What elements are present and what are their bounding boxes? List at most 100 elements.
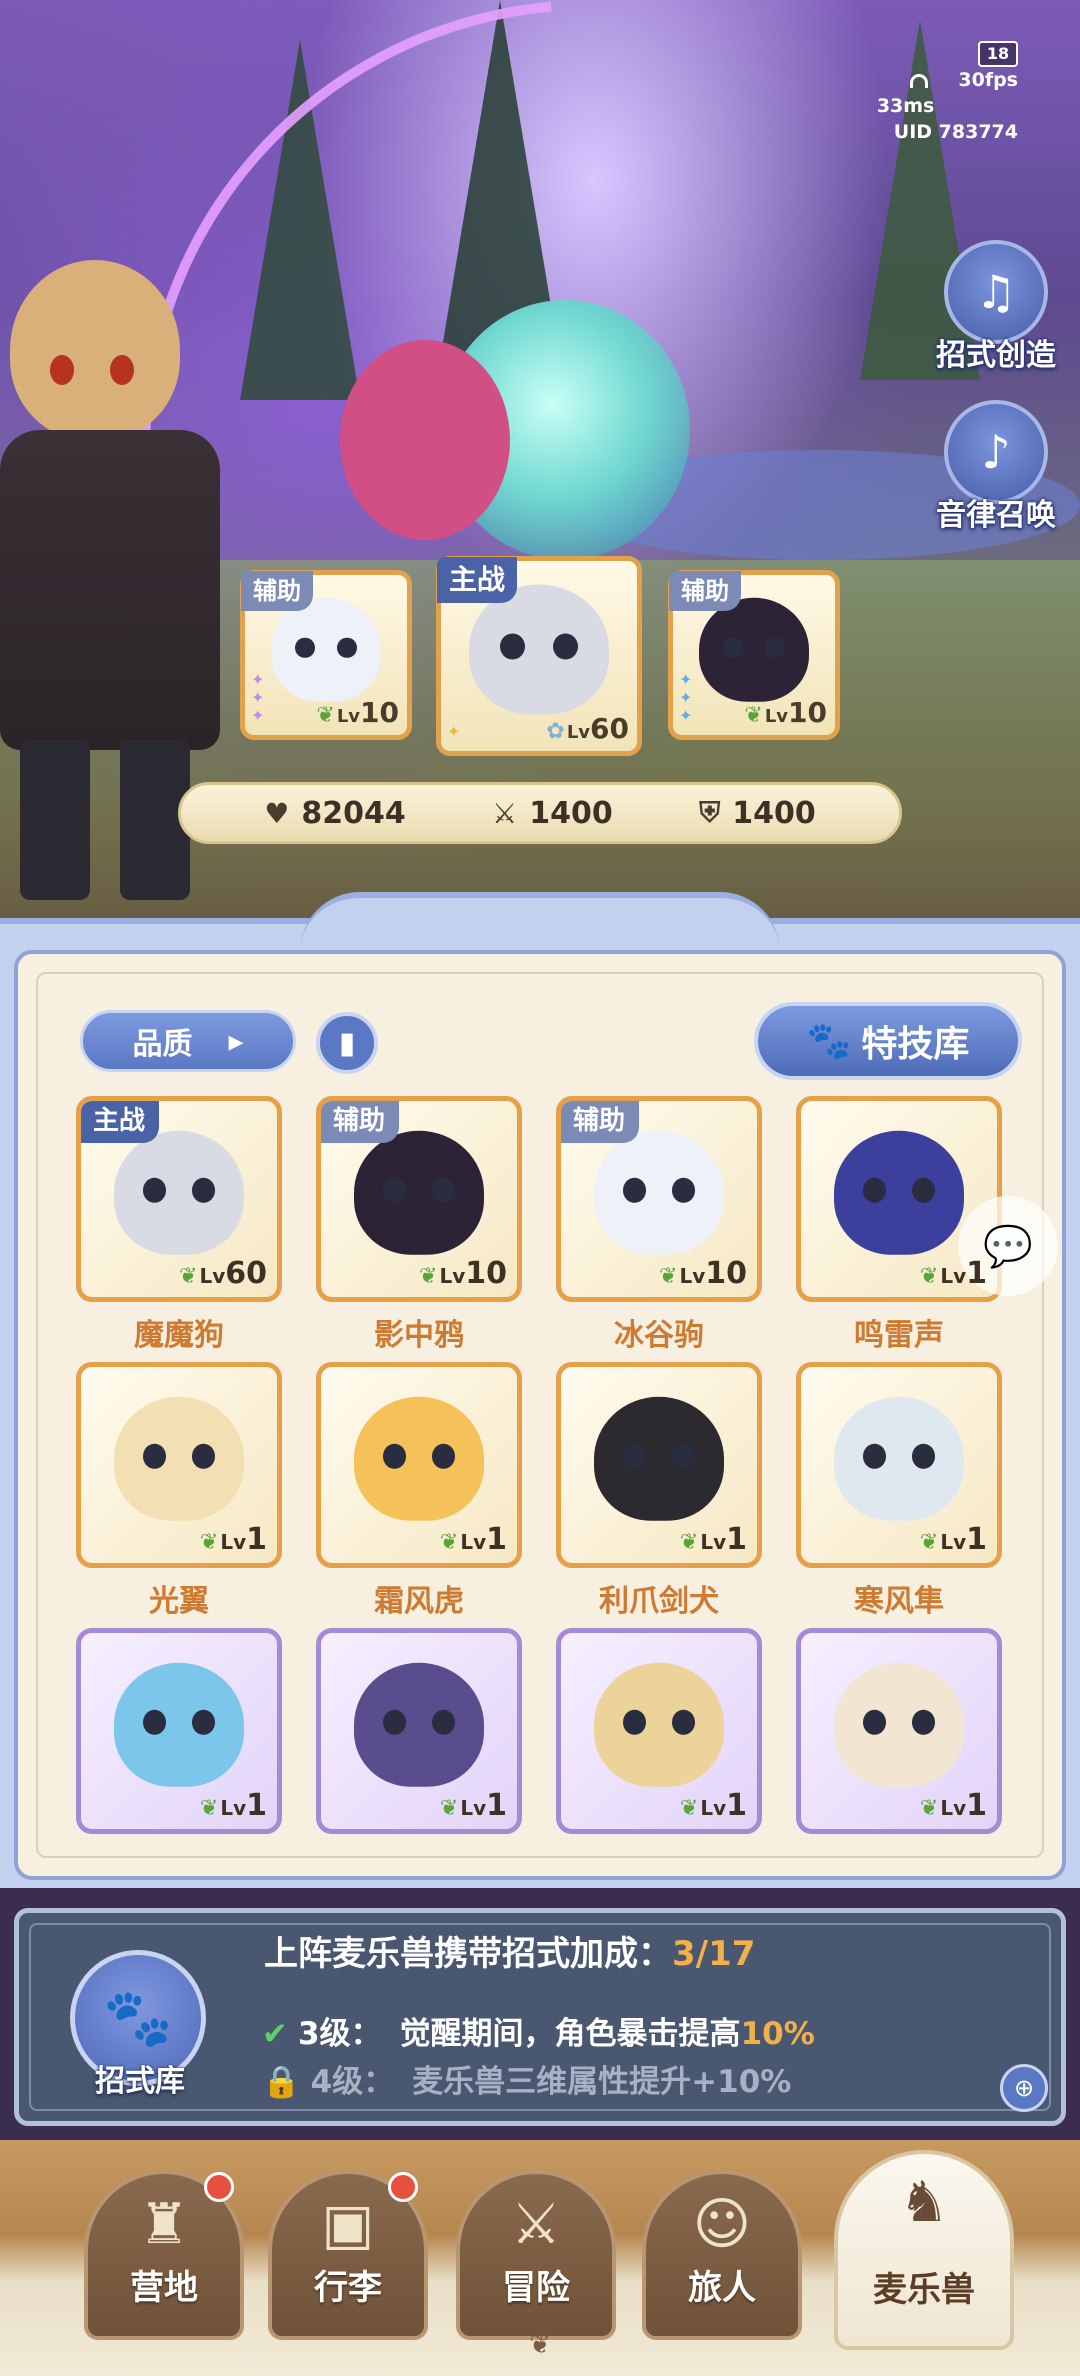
pet-portrait-frame: ❦ Lv1 <box>76 1628 282 1834</box>
pet-card[interactable]: ❦ Lv1 <box>556 1628 762 1882</box>
leaf-icon: ❦ <box>199 1796 219 1821</box>
pet-portrait-frame: 辅助 ❦ Lv10 <box>556 1096 762 1302</box>
pet-portrait <box>114 1662 244 1787</box>
codex-button[interactable]: ▮ <box>316 1012 378 1074</box>
book-music-icon: ♫ <box>944 240 1048 344</box>
book-icon: ▮ <box>338 1025 356 1061</box>
level-badge: ❦ Lv1 <box>439 1522 507 1557</box>
check-icon: ✔ <box>262 2016 288 2052</box>
age-rating-badge: 18 <box>978 41 1018 67</box>
leaf-icon: ❦ <box>179 1264 198 1289</box>
pet-portrait-frame: ❦ Lv1 <box>316 1628 522 1834</box>
rarity-stars: ✦ <box>447 722 461 741</box>
quality-sort-button[interactable]: 品质 ▸ <box>80 1010 296 1072</box>
pet-portrait <box>354 1130 484 1255</box>
level-badge: ❦ Lv1 <box>199 1522 267 1557</box>
pet-card[interactable]: 辅助 ❦ Lv10 影中鸦 <box>316 1096 522 1353</box>
bonus-title-text: 上阵麦乐兽携带招式加成： <box>264 1934 672 1974</box>
paw-icon: 🐾 <box>103 1986 173 2051</box>
pet-portrait-frame: ❦ Lv1 <box>796 1096 1002 1302</box>
pet-portrait-frame: 辅助 ❦ Lv10 <box>316 1096 522 1302</box>
pet-card[interactable]: ❦ Lv1 寒风隼 <box>796 1362 1002 1619</box>
performance-hud: 18 33ms 30fps UID 783774 <box>858 40 1018 145</box>
role-tag: 主战 <box>437 557 518 603</box>
shadow-crow-portrait <box>699 597 809 702</box>
rarity-stars: ✦ ✦ ✦ <box>679 670 693 725</box>
nav-tab-label: 行李 <box>314 2268 382 2308</box>
tier-value: 10% <box>740 2016 815 2052</box>
pet-portrait-frame: ❦ Lv1 <box>76 1362 282 1568</box>
paw-icon: 🐾 <box>806 1021 852 1062</box>
formation-slot-support-right[interactable]: 辅助 ✦ ✦ ✦ ❦ Lv10 <box>668 570 840 740</box>
mo-mo-dog-portrait <box>469 584 609 715</box>
heart-icon: ♥ <box>264 796 290 830</box>
nav-tab-label: 营地 <box>130 2268 198 2308</box>
formation-slot-support-left[interactable]: 辅助 ✦ ✦ ✦ ❦ Lv10 <box>240 570 412 740</box>
lock-icon: 🔒 <box>262 2064 301 2100</box>
melody-summon-button[interactable]: ♪ 音律召唤 <box>926 400 1066 533</box>
level-badge: ❦ Lv1 <box>679 1522 747 1557</box>
pet-name <box>556 1842 762 1882</box>
nav-tab-3[interactable]: ⚔ 冒险 <box>456 2150 616 2350</box>
pet-name: 魔魔狗 <box>134 1318 224 1353</box>
pet-portrait <box>594 1130 724 1255</box>
leaf-icon: ❦ <box>679 1796 699 1821</box>
pet-card[interactable]: ❦ Lv1 <box>796 1628 1002 1882</box>
pet-portrait-frame: 主战 ❦ Lv60 <box>76 1096 282 1302</box>
pet-name: 冰谷驹 <box>614 1318 704 1353</box>
bonus-tier-locked: 🔒 4级： 麦乐兽三维属性提升+10% <box>262 2056 791 2101</box>
skill-library-button[interactable]: 🐾 特技库 <box>754 1002 1022 1080</box>
zoom-details-button[interactable]: ⊕ <box>1000 2064 1048 2112</box>
hp-stat: ♥ 82044 <box>264 796 405 831</box>
leg <box>20 740 90 900</box>
level-badge: ❦ Lv10 <box>744 696 827 729</box>
nav-tab-2[interactable]: ▣ 行李 <box>268 2150 428 2350</box>
pet-card[interactable]: 主战 ❦ Lv60 魔魔狗 <box>76 1096 282 1353</box>
pet-name: 光翼 <box>149 1584 209 1619</box>
nav-tab-1[interactable]: ♜ 营地 <box>84 2150 244 2350</box>
level-badge: ❦ Lv1 <box>439 1788 507 1823</box>
move-create-button[interactable]: ♫ 招式创造 <box>926 240 1066 373</box>
pet-portrait <box>594 1396 724 1521</box>
level-badge: ❦ Lv1 <box>919 1256 987 1291</box>
nav-tab-5[interactable]: ♞ 麦乐兽 <box>834 2150 1014 2350</box>
pet-card[interactable]: ❦ Lv1 <box>316 1628 522 1882</box>
leaf-icon: ❦ <box>744 703 763 728</box>
level-badge: ❦ Lv10 <box>659 1256 747 1291</box>
pet-card[interactable]: ❦ Lv1 霜风虎 <box>316 1362 522 1619</box>
pet-card[interactable]: ❦ Lv1 利爪剑犬 <box>556 1362 762 1619</box>
melody-summon-label: 音律召唤 <box>936 498 1056 533</box>
crossed-swords-icon: ⚔ <box>510 2192 562 2257</box>
nav-tab-label: 麦乐兽 <box>873 2270 975 2310</box>
pet-portrait <box>834 1130 964 1255</box>
chat-icon: 💬 <box>983 1223 1033 1270</box>
formation-slot-main[interactable]: 主战 ✦ ✿ Lv60 <box>436 556 642 756</box>
skill-library-label: 特技库 <box>861 1024 970 1065</box>
pet-portrait-frame: ❦ Lv1 <box>556 1362 762 1568</box>
level-badge: ❦ Lv1 <box>919 1522 987 1557</box>
ping-value: 33ms <box>876 95 935 117</box>
leaf-icon: ❦ <box>919 1264 939 1289</box>
defense-value: 1400 <box>732 795 816 831</box>
pet-card[interactable]: ❦ Lv1 <box>76 1628 282 1882</box>
bonus-title: 上阵麦乐兽携带招式加成：3/17 <box>264 1926 755 1975</box>
bonus-tier-unlocked: ✔ 3级： 觉醒期间，角色暴击提高10% <box>262 2008 815 2053</box>
hp-value: 82044 <box>301 795 406 831</box>
paw-ornament-icon: ❦ <box>529 2330 551 2360</box>
ice-pony-portrait <box>271 597 381 702</box>
pet-name <box>316 1842 522 1882</box>
tier-level: 4级： <box>310 2064 395 2100</box>
pet-name: 利爪剑犬 <box>599 1584 719 1619</box>
level-badge: ✿ Lv60 <box>546 712 629 745</box>
notification-dot <box>388 2172 418 2202</box>
pet-card[interactable]: 辅助 ❦ Lv10 冰谷驹 <box>556 1096 762 1353</box>
pet-portrait-frame: ❦ Lv1 <box>316 1362 522 1568</box>
pet-portrait <box>834 1396 964 1521</box>
nav-tab-4[interactable]: ☺ 旅人 <box>642 2150 802 2350</box>
pet-portrait <box>114 1396 244 1521</box>
traveler-icon: ☺ <box>692 2192 752 2257</box>
pet-card[interactable]: ❦ Lv1 光翼 <box>76 1362 282 1619</box>
pet-portrait <box>354 1662 484 1787</box>
role-tag: 主战 <box>81 1101 160 1143</box>
nav-tab-label: 旅人 <box>688 2268 756 2308</box>
